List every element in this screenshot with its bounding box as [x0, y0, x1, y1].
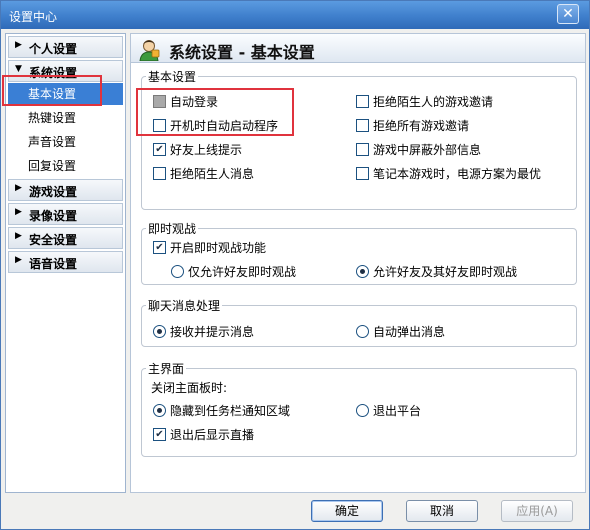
sidebar-item-sound-settings[interactable]: 声音设置: [8, 131, 123, 153]
triangle-right-icon: ▶: [15, 40, 22, 50]
checkbox-label: 拒绝所有游戏邀请: [373, 119, 470, 133]
radio-label: 退出平台: [373, 404, 422, 418]
nav-game-settings[interactable]: ▶ 游戏设置: [8, 179, 123, 201]
cancel-button[interactable]: 取消: [406, 500, 478, 522]
group-legend-basic: 基本设置: [148, 70, 197, 84]
radio-receive-prompt[interactable]: 接收并提示消息: [153, 323, 254, 339]
group-legend-mainface: 主界面: [148, 362, 185, 376]
checkbox-box[interactable]: [153, 241, 166, 254]
checkbox-label: 开启即时观战功能: [170, 241, 267, 255]
ok-button[interactable]: 确定: [311, 500, 383, 522]
radio-label: 接收并提示消息: [170, 325, 255, 339]
checkbox-box[interactable]: [356, 95, 369, 108]
triangle-down-icon: ▼: [15, 64, 22, 74]
highlight-box-sidebar: [2, 75, 102, 106]
highlight-box-options: [136, 88, 294, 136]
radio-circle[interactable]: [356, 404, 369, 417]
checkbox-box[interactable]: [153, 428, 166, 441]
group-legend-live: 即时观战: [148, 222, 197, 236]
triangle-right-icon: ▶: [15, 255, 22, 265]
checkbox-laptop-power[interactable]: 笔记本游戏时，电源方案为最优: [356, 165, 541, 181]
nav-record-settings[interactable]: ▶ 录像设置: [8, 203, 123, 225]
checkbox-reject-stranger-msg[interactable]: 拒绝陌生人消息: [153, 165, 254, 181]
radio-exit-platform[interactable]: 退出平台: [356, 402, 421, 418]
nav-label: 个人设置: [29, 42, 78, 56]
settings-window: 设置中心 ✕ ▶ 个人设置 ▼ 系统设置 基本设置 热键设置 声音设置 回复设置…: [0, 0, 590, 530]
radio-label: 允许好友及其好友即时观战: [373, 265, 518, 279]
checkbox-reject-all-invite[interactable]: 拒绝所有游戏邀请: [356, 117, 469, 133]
checkbox-reject-stranger-invite[interactable]: 拒绝陌生人的游戏邀请: [356, 93, 493, 109]
checkbox-box[interactable]: [153, 167, 166, 180]
checkbox-show-live-after-exit[interactable]: 退出后显示直播: [153, 426, 254, 442]
main-panel: 基本设置 自动登录 开机时自动启动程序 好友上线提示 拒绝陌生人消息 拒绝陌生人…: [130, 63, 586, 493]
page-title: 系统设置 - 基本设置: [169, 43, 315, 62]
checkbox-friend-online[interactable]: 好友上线提示: [153, 141, 242, 157]
checkbox-label: 退出后显示直播: [170, 428, 255, 442]
title-bar: 设置中心 ✕: [1, 1, 589, 29]
checkbox-label: 拒绝陌生人消息: [170, 167, 255, 181]
nav-label: 安全设置: [29, 233, 78, 247]
sidebar-item-reply-settings[interactable]: 回复设置: [8, 155, 123, 177]
checkbox-box[interactable]: [356, 167, 369, 180]
user-avatar-icon: [139, 40, 160, 61]
radio-auto-popup[interactable]: 自动弹出消息: [356, 323, 445, 339]
radio-friends-only[interactable]: 仅允许好友即时观战: [171, 263, 296, 279]
radio-friends-and-fof[interactable]: 允许好友及其好友即时观战: [356, 263, 517, 279]
nav-label: 录像设置: [29, 209, 78, 223]
radio-circle[interactable]: [153, 404, 166, 417]
nav-voice-settings[interactable]: ▶ 语音设置: [8, 251, 123, 273]
nav-security-settings[interactable]: ▶ 安全设置: [8, 227, 123, 249]
checkbox-box[interactable]: [153, 143, 166, 156]
radio-circle[interactable]: [356, 325, 369, 338]
triangle-right-icon: ▶: [15, 231, 22, 241]
radio-label: 隐藏到任务栏通知区域: [170, 404, 291, 418]
apply-button[interactable]: 应用(A): [501, 500, 573, 522]
checkbox-label: 拒绝陌生人的游戏邀请: [373, 95, 494, 109]
radio-label: 仅允许好友即时观战: [188, 265, 297, 279]
close-icon: ✕: [562, 6, 574, 22]
group-legend-chat: 聊天消息处理: [148, 299, 221, 313]
checkbox-enable-live-watch[interactable]: 开启即时观战功能: [153, 239, 266, 255]
triangle-right-icon: ▶: [15, 207, 22, 217]
nav-label: 游戏设置: [29, 185, 78, 199]
close-button[interactable]: ✕: [557, 4, 579, 24]
close-panel-label: 关闭主面板时:: [151, 381, 228, 395]
triangle-right-icon: ▶: [15, 183, 22, 193]
checkbox-block-external-info[interactable]: 游戏中屏蔽外部信息: [356, 141, 481, 157]
radio-circle[interactable]: [153, 325, 166, 338]
radio-label: 自动弹出消息: [373, 325, 446, 339]
window-title: 设置中心: [9, 10, 58, 24]
sidebar-item-hotkey-settings[interactable]: 热键设置: [8, 107, 123, 129]
radio-circle[interactable]: [171, 265, 184, 278]
radio-circle[interactable]: [356, 265, 369, 278]
checkbox-label: 游戏中屏蔽外部信息: [373, 143, 482, 157]
checkbox-box[interactable]: [356, 119, 369, 132]
chat-message-group: 聊天消息处理: [141, 297, 577, 347]
radio-hide-to-tray[interactable]: 隐藏到任务栏通知区域: [153, 402, 290, 418]
nav-label: 语音设置: [29, 257, 78, 271]
checkbox-label: 好友上线提示: [170, 143, 243, 157]
checkbox-label: 笔记本游戏时，电源方案为最优: [373, 167, 542, 181]
checkbox-box[interactable]: [356, 143, 369, 156]
nav-personal-settings[interactable]: ▶ 个人设置: [8, 36, 123, 58]
main-header: 系统设置 - 基本设置: [130, 33, 586, 63]
